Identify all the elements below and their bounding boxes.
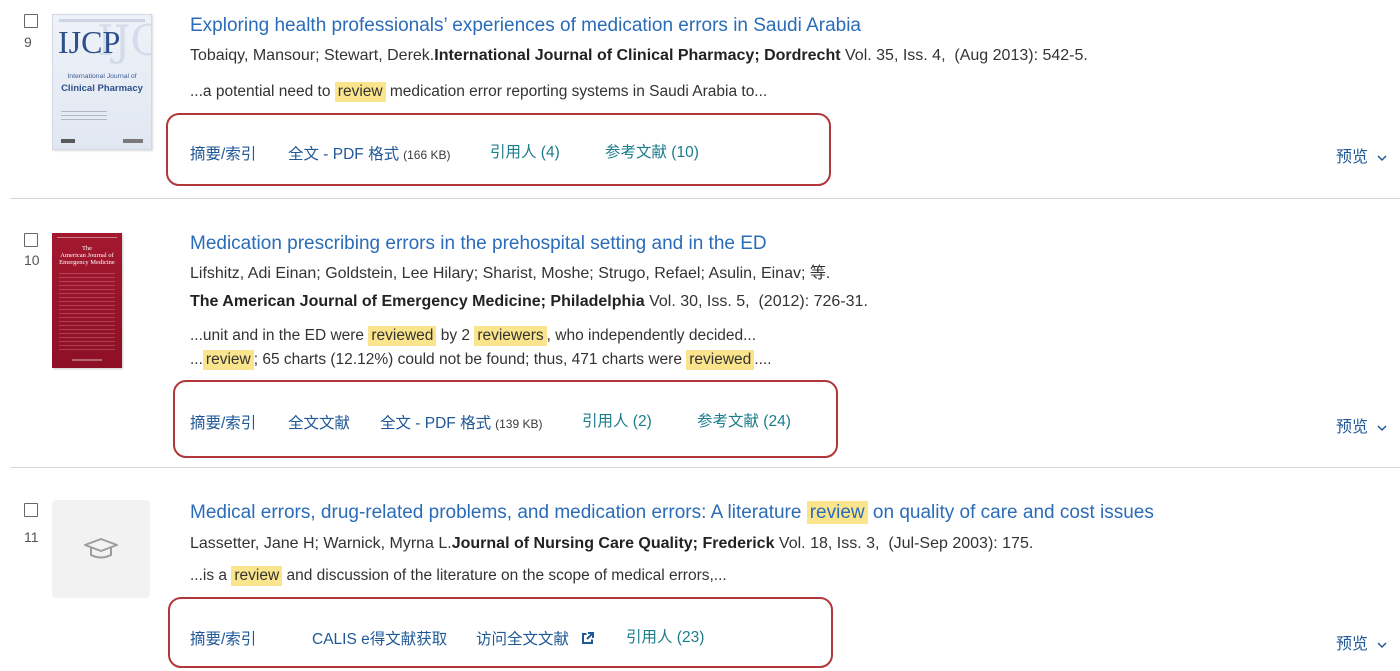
volume-issue-pages: Vol. 18, Iss. 3, (Jul-Sep 2003): 175. xyxy=(774,535,1034,552)
result-title-link[interactable]: Medical errors, drug-related problems, a… xyxy=(190,501,1154,525)
cited-by-link[interactable]: 引用人 (4) xyxy=(490,143,560,163)
select-checkbox[interactable] xyxy=(24,14,38,28)
abstract-index-link[interactable]: 摘要/索引 xyxy=(190,145,256,165)
journal-name: International Journal of Clinical Pharma… xyxy=(434,47,841,64)
cover-journal-abbr: IJCP xyxy=(58,24,121,60)
cover-journal-name-line3: Emergency Medicine xyxy=(59,259,115,266)
preview-label: 预览 xyxy=(1336,419,1369,436)
cover-text-lines xyxy=(61,111,107,120)
snippet-text: ...a potential need to xyxy=(190,83,335,100)
access-full-text-link[interactable]: 访问全文文献 xyxy=(476,630,595,650)
file-size: (166 KB) xyxy=(403,148,451,162)
highlighted-term: reviewers xyxy=(474,326,547,346)
snippet-text: ... xyxy=(190,351,203,368)
journal-cover-thumbnail[interactable]: IJCP IJCP International Journal of Clini… xyxy=(52,14,152,150)
link-label: 全文 - PDF 格式 xyxy=(380,415,492,432)
cited-by-link[interactable]: 引用人 (23) xyxy=(626,628,704,648)
snippet-line: ...unit and in the ED were reviewed by 2… xyxy=(190,325,756,347)
title-text: Medication prescribing errors in the pre… xyxy=(190,233,767,254)
select-checkbox[interactable] xyxy=(24,233,38,247)
snippet-text: ...unit and in the ED were xyxy=(190,327,369,344)
result-item: 10 The American Journal of Emergency Med… xyxy=(0,198,1400,467)
full-text-link[interactable]: 全文文献 xyxy=(288,414,350,434)
preview-toggle[interactable]: 预览 xyxy=(1336,418,1387,438)
external-link-icon xyxy=(582,632,595,644)
volume-issue-pages: Vol. 35, Iss. 4, (Aug 2013): 542-5. xyxy=(840,47,1088,64)
cover-publisher-mark xyxy=(61,139,75,143)
chevron-down-icon xyxy=(1377,154,1387,161)
snippet-line: ...is a review and discussion of the lit… xyxy=(190,565,727,587)
snippet-text: ; 65 charts (12.12%) could not be found;… xyxy=(253,351,687,368)
snippet-text: .... xyxy=(754,351,772,368)
graduation-cap-icon xyxy=(84,538,118,559)
highlighted-term: reviewed xyxy=(686,350,755,370)
result-item: 11 Medical errors, drug-related problems… xyxy=(0,467,1400,671)
citation-line: The American Journal of Emergency Medici… xyxy=(190,291,868,313)
authors: Lassetter, Jane H; Warnick, Myrna L. xyxy=(190,535,452,552)
snippet-line: ...a potential need to review medication… xyxy=(190,81,767,103)
cover-top-band xyxy=(57,237,117,238)
calis-document-delivery-link[interactable]: CALIS e得文献获取 xyxy=(312,630,447,650)
preview-toggle[interactable]: 预览 xyxy=(1336,148,1387,168)
highlighted-term: review xyxy=(231,566,283,586)
snippet-text: , who independently decided... xyxy=(546,327,757,344)
abstract-index-link[interactable]: 摘要/索引 xyxy=(190,414,256,434)
citation-line: Tobaiqy, Mansour; Stewart, Derek. Interna… xyxy=(190,45,1088,67)
preview-label: 预览 xyxy=(1336,149,1369,166)
link-label: 全文 - PDF 格式 xyxy=(288,146,400,163)
journal-name: Journal of Nursing Care Quality; Frederi… xyxy=(451,535,775,552)
chevron-down-icon xyxy=(1377,424,1387,431)
citation-line: Lassetter, Jane H; Warnick, Myrna L. Jour… xyxy=(190,533,1033,555)
authors-line: Lifshitz, Adi Einan; Goldstein, Lee Hila… xyxy=(190,263,830,285)
preview-label: 预览 xyxy=(1336,636,1369,653)
cover-journal-name-line2: American Journal of xyxy=(60,252,114,259)
file-size: (139 KB) xyxy=(495,417,543,431)
result-title-link[interactable]: Exploring health professionals’ experien… xyxy=(190,14,861,38)
title-text: Exploring health professionals’ experien… xyxy=(190,15,862,36)
snippet-line: ... review; 65 charts (12.12%) could not … xyxy=(190,349,772,371)
snippet-text: and discussion of the literature on the … xyxy=(282,567,727,584)
highlighted-term: review xyxy=(806,501,868,524)
title-text: Medical errors, drug-related problems, a… xyxy=(190,502,807,523)
references-link[interactable]: 参考文献 (24) xyxy=(697,412,791,432)
result-number: 9 xyxy=(24,34,32,50)
snippet-text: ...is a xyxy=(190,567,232,584)
chevron-down-icon xyxy=(1377,641,1387,648)
authors: Lifshitz, Adi Einan; Goldstein, Lee Hila… xyxy=(190,265,831,282)
result-number: 11 xyxy=(24,529,39,545)
journal-name: The American Journal of Emergency Medici… xyxy=(190,293,645,310)
authors: Tobaiqy, Mansour; Stewart, Derek. xyxy=(190,47,435,64)
references-link[interactable]: 参考文献 (10) xyxy=(605,143,699,163)
highlighted-term: review xyxy=(334,82,386,102)
full-text-pdf-link[interactable]: 全文 - PDF 格式 (166 KB) xyxy=(288,145,450,165)
title-text: on quality of care and cost issues xyxy=(867,502,1154,523)
cover-contents-lines xyxy=(59,273,115,353)
abstract-index-link[interactable]: 摘要/索引 xyxy=(190,630,256,650)
full-text-pdf-link[interactable]: 全文 - PDF 格式 (139 KB) xyxy=(380,414,542,434)
cover-journal-name-line2: Clinical Pharmacy xyxy=(61,83,143,94)
preview-toggle[interactable]: 预览 xyxy=(1336,635,1387,655)
cover-publisher-logo xyxy=(123,139,143,143)
result-title-link[interactable]: Medication prescribing errors in the pre… xyxy=(190,232,767,256)
highlighted-term: review xyxy=(202,350,254,370)
snippet-text: by 2 xyxy=(436,327,475,344)
journal-cover-thumbnail[interactable]: The American Journal of Emergency Medici… xyxy=(52,233,122,368)
snippet-text: medication error reporting systems in Sa… xyxy=(385,83,768,100)
link-label: 访问全文文献 xyxy=(476,631,570,648)
result-number: 10 xyxy=(24,252,40,268)
highlighted-term: reviewed xyxy=(368,326,437,346)
select-checkbox[interactable] xyxy=(24,503,38,517)
volume-issue-pages: Vol. 30, Iss. 5, (2012): 726-31. xyxy=(644,293,868,310)
cover-journal-name-line1: International Journal of xyxy=(67,73,137,80)
cited-by-link[interactable]: 引用人 (2) xyxy=(582,412,652,432)
cover-journal-name-line1: The xyxy=(81,245,93,252)
thumbnail-placeholder[interactable] xyxy=(52,500,150,598)
cover-publisher-mark xyxy=(72,359,102,361)
result-item: 9 IJCP IJCP International Journal of Cli… xyxy=(0,0,1400,198)
